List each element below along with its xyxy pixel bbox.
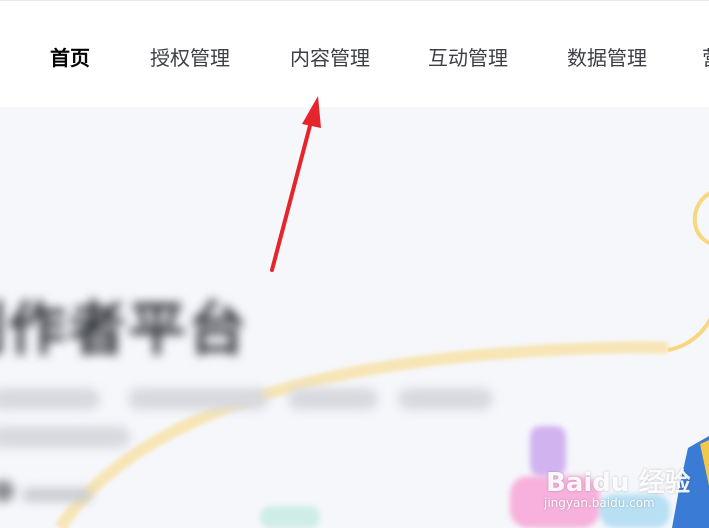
baidu-jingyan-watermark: Baidu 经验 jingyan.baidu.com: [540, 450, 700, 520]
nav-item-authorization[interactable]: 授权管理: [150, 43, 230, 73]
nav-item-cut-off[interactable]: 营: [702, 43, 709, 73]
hero-text-line: [0, 426, 130, 448]
watermark-url: jingyan.baidu.com: [544, 496, 655, 510]
nav-item-home[interactable]: 首页: [50, 43, 90, 73]
nav-item-data[interactable]: 数据管理: [567, 43, 647, 73]
author-name-pill: [22, 488, 92, 502]
nav-item-interaction[interactable]: 互动管理: [428, 43, 508, 73]
top-nav: 首页 授权管理 内容管理 互动管理 数据管理 营: [0, 0, 709, 107]
hero-title: 创作者平台: [0, 295, 249, 363]
watermark-logo: Baidu 经验: [546, 468, 691, 498]
nav-item-content-management[interactable]: 内容管理: [290, 43, 370, 73]
hero-text-line: [398, 388, 493, 410]
hero-text-line: [288, 388, 378, 410]
hero-text-line: [0, 388, 100, 410]
hero-text-line: [128, 388, 268, 410]
